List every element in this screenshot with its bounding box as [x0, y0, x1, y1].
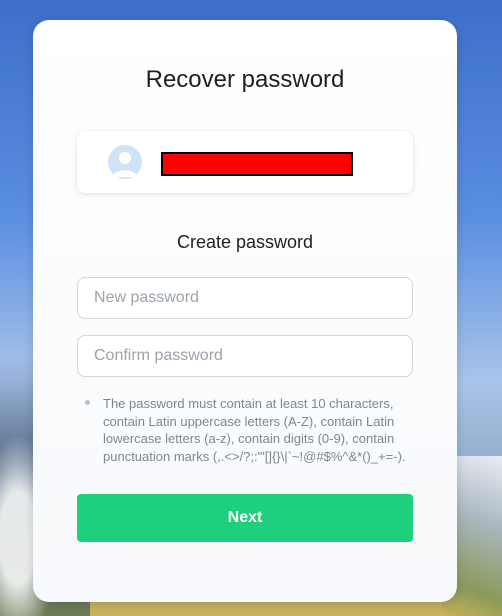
- user-avatar-icon: [108, 145, 142, 179]
- password-requirements-hint: The password must contain at least 10 ch…: [103, 396, 406, 464]
- confirm-password-input[interactable]: [78, 336, 394, 376]
- redacted-account-name: [161, 152, 353, 176]
- account-box: [77, 131, 413, 193]
- page-title: Recover password: [145, 66, 345, 93]
- new-password-input[interactable]: [78, 278, 394, 318]
- next-button[interactable]: Next: [77, 494, 413, 542]
- confirm-password-field[interactable]: [77, 335, 413, 377]
- section-subtitle: Create password: [176, 232, 314, 252]
- hint-bullet-icon: [85, 400, 90, 405]
- recover-password-card: Recover password Create password The pas…: [33, 20, 457, 602]
- new-password-field[interactable]: [77, 277, 413, 319]
